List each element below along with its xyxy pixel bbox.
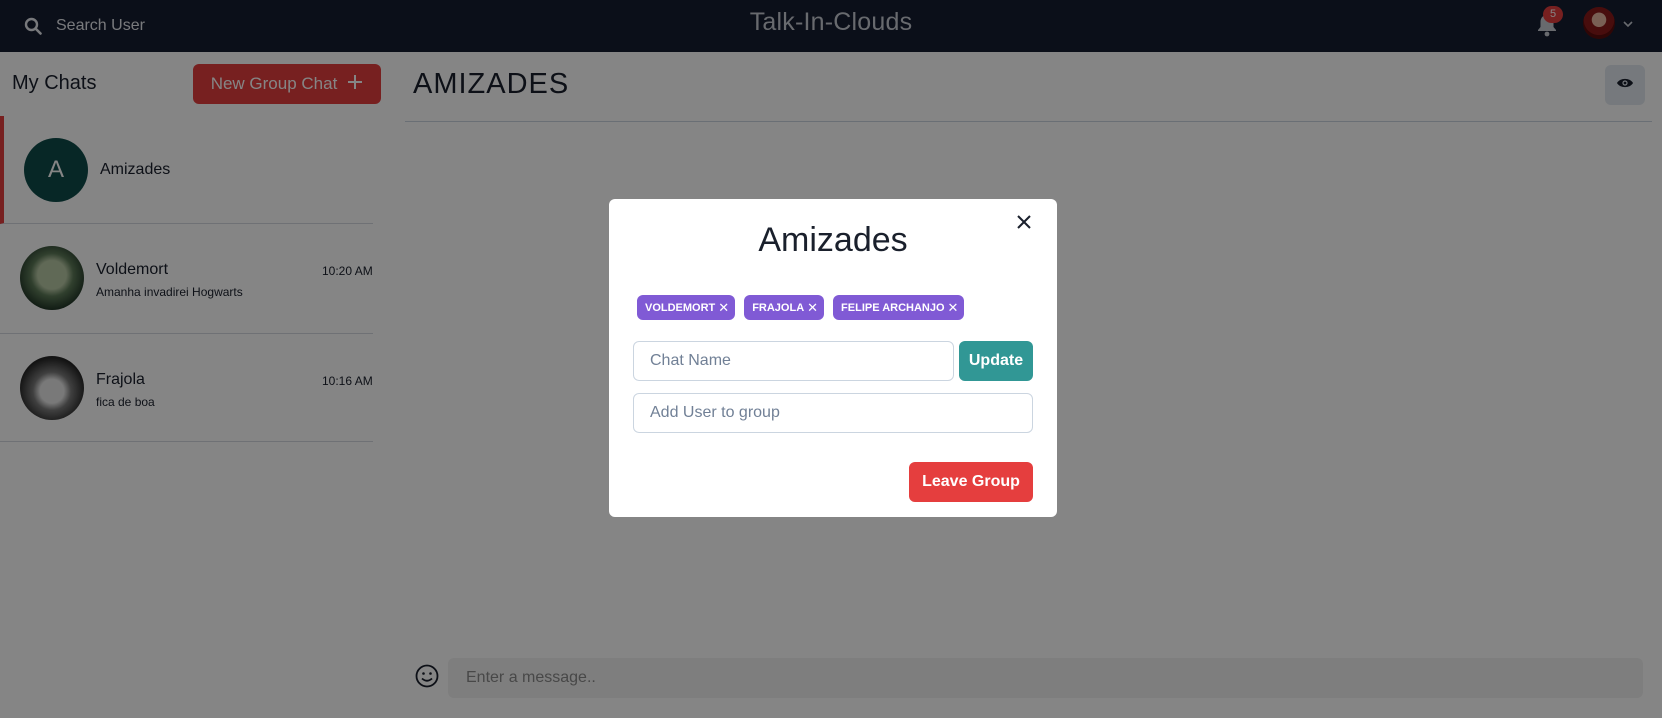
member-tag[interactable]: VOLDEMORT ✕ — [637, 295, 736, 320]
leave-group-button[interactable]: Leave Group — [909, 462, 1033, 502]
close-icon[interactable] — [1017, 215, 1031, 229]
member-name: FELIPE ARCHANJO — [841, 301, 945, 314]
member-tags: VOLDEMORT ✕ FRAJOLA ✕ FELIPE ARCHANJO ✕ — [637, 295, 965, 320]
add-user-input[interactable] — [633, 393, 1033, 433]
member-name: VOLDEMORT — [645, 301, 716, 314]
member-tag[interactable]: FRAJOLA ✕ — [744, 295, 825, 320]
remove-icon[interactable]: ✕ — [807, 300, 818, 316]
modal-title: Amizades — [758, 221, 908, 259]
member-tag[interactable]: FELIPE ARCHANJO ✕ — [833, 295, 965, 320]
group-settings-modal: Amizades VOLDEMORT ✕ FRAJOLA ✕ FELIPE AR… — [609, 199, 1057, 517]
remove-icon[interactable]: ✕ — [718, 300, 729, 316]
chat-name-input[interactable] — [633, 341, 954, 381]
remove-icon[interactable]: ✕ — [948, 300, 959, 316]
update-button[interactable]: Update — [959, 341, 1033, 381]
member-name: FRAJOLA — [752, 301, 805, 314]
